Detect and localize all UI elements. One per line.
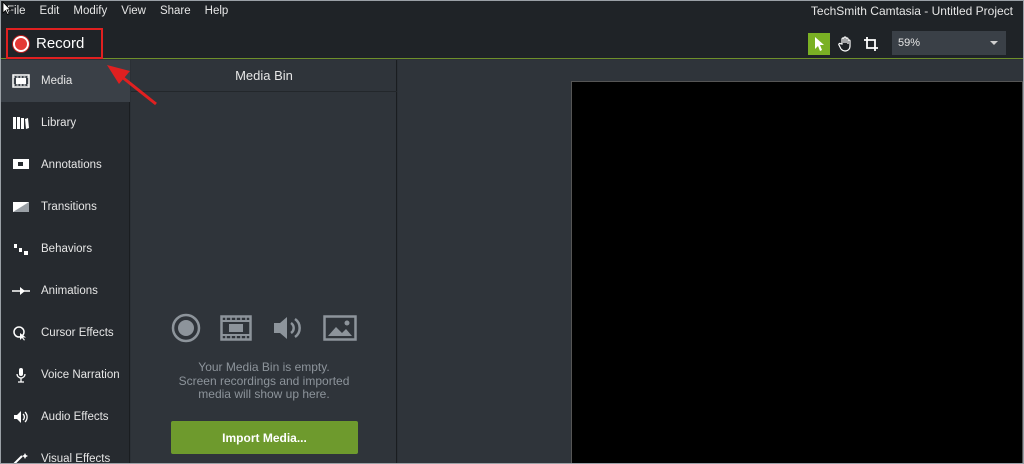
sidebar-item-library[interactable]: Library: [1, 102, 130, 144]
empty-message-line: media will show up here.: [198, 387, 330, 401]
microphone-icon: [11, 367, 31, 383]
animation-icon: [11, 283, 31, 299]
sidebar: Media Library Annotations Transitions Be…: [1, 60, 130, 464]
record-icon: [171, 313, 201, 343]
sidebar-item-audio-effects[interactable]: Audio Effects: [1, 396, 130, 438]
sidebar-item-animations[interactable]: Animations: [1, 270, 130, 312]
sidebar-item-label: Library: [41, 117, 77, 129]
sidebar-item-label: Visual Effects: [41, 453, 111, 464]
books-icon: [11, 115, 31, 131]
crop-icon: [864, 37, 878, 51]
menu-view[interactable]: View: [121, 5, 146, 17]
menu-modify[interactable]: Modify: [73, 5, 107, 17]
transition-icon: [11, 199, 31, 215]
crop-tool-button[interactable]: [860, 33, 882, 55]
select-tool-button[interactable]: [808, 33, 830, 55]
empty-message-line: Your Media Bin is empty.: [198, 360, 330, 374]
record-icon: [13, 35, 29, 52]
record-label: Record: [36, 35, 85, 52]
film-icon: [220, 315, 253, 341]
menu: File Edit Modify View Share Help: [5, 1, 228, 21]
media-bin-title: Media Bin: [131, 60, 397, 92]
canvas-area: [398, 60, 1023, 463]
visual-effects-icon: [11, 451, 31, 463]
sidebar-item-media[interactable]: Media: [1, 60, 130, 102]
sidebar-item-transitions[interactable]: Transitions: [1, 186, 130, 228]
media-bin-empty-message: Your Media Bin is empty. Screen recordin…: [131, 360, 397, 402]
sidebar-item-label: Annotations: [41, 159, 102, 171]
mouse-pointer-icon: [2, 1, 12, 15]
zoom-dropdown[interactable]: 59%: [892, 31, 1006, 55]
cursor-effects-icon: [11, 325, 31, 341]
chevron-down-icon: [990, 41, 998, 45]
sidebar-item-cursor-effects[interactable]: Cursor Effects: [1, 312, 130, 354]
menu-help[interactable]: Help: [205, 5, 229, 17]
import-media-button[interactable]: Import Media...: [171, 421, 358, 454]
sidebar-item-label: Voice Narration: [41, 369, 120, 381]
toolbar: Record 59%: [1, 21, 1023, 59]
app-title: TechSmith Camtasia - Untitled Project: [810, 4, 1013, 18]
sidebar-item-label: Behaviors: [41, 243, 93, 255]
behaviors-icon: [11, 241, 31, 257]
annotation-icon: [11, 157, 31, 173]
hand-icon: [838, 36, 851, 52]
sidebar-item-label: Animations: [41, 285, 98, 297]
record-button[interactable]: Record: [6, 28, 103, 59]
sidebar-item-voice-narration[interactable]: Voice Narration: [1, 354, 130, 396]
preview-canvas[interactable]: [571, 81, 1023, 463]
image-icon: [323, 315, 357, 341]
media-bin-panel: Media Bin Your Media Bin is empty. Scree…: [131, 60, 397, 463]
sidebar-item-label: Cursor Effects: [41, 327, 114, 339]
menubar: File Edit Modify View Share Help TechSmi…: [1, 1, 1023, 21]
pan-tool-button[interactable]: [834, 33, 856, 55]
empty-message-line: Screen recordings and imported: [178, 373, 350, 388]
audio-icon: [273, 317, 301, 339]
sidebar-item-behaviors[interactable]: Behaviors: [1, 228, 130, 270]
sidebar-item-label: Media: [41, 75, 73, 87]
zoom-value: 59%: [898, 37, 921, 49]
media-type-icons: [171, 312, 357, 344]
sidebar-item-label: Transitions: [41, 201, 97, 213]
speaker-icon: [11, 409, 31, 425]
sidebar-item-label: Audio Effects: [41, 411, 109, 423]
menu-edit[interactable]: Edit: [40, 5, 60, 17]
sidebar-item-annotations[interactable]: Annotations: [1, 144, 130, 186]
sidebar-item-visual-effects[interactable]: Visual Effects: [1, 438, 130, 464]
arrow-pointer-icon: [815, 37, 824, 51]
camtasia-window: File Edit Modify View Share Help TechSmi…: [0, 0, 1024, 464]
film-icon: [11, 73, 31, 89]
menu-share[interactable]: Share: [160, 5, 191, 17]
